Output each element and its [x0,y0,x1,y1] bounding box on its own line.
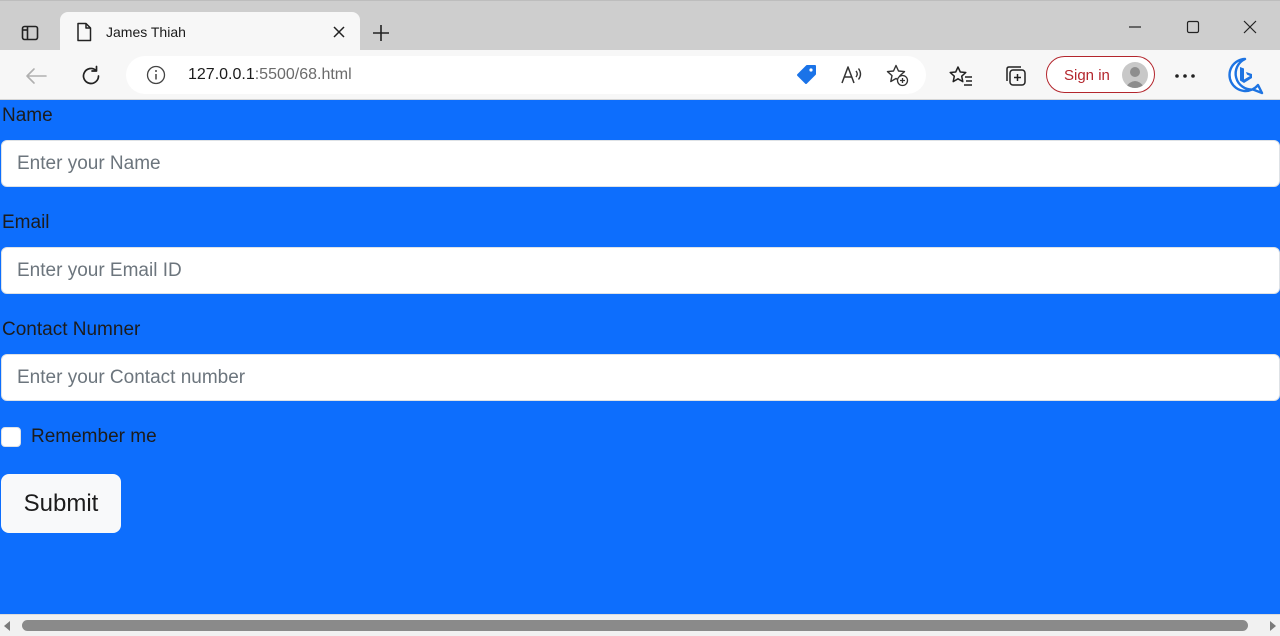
refresh-icon[interactable] [74,59,108,93]
url-path: :5500/68.html [254,66,352,83]
name-input[interactable] [1,140,1280,187]
bing-chat-icon[interactable] [1224,55,1266,97]
url-text: 127.0.0.1:5500/68.html [188,66,352,84]
contact-input[interactable] [1,354,1280,401]
tab-actions-icon[interactable] [12,15,48,51]
contact-label: Contact Numner [2,319,141,340]
browser-toolbar: 127.0.0.1:5500/68.html Sign in [0,50,1280,100]
close-icon[interactable] [330,23,348,41]
profile-avatar-icon [1122,62,1148,88]
form-page: Name Email Contact Numner Remember me Su… [0,100,1280,614]
maximize-icon[interactable] [1173,11,1213,43]
info-icon[interactable] [146,65,166,90]
scroll-right-icon[interactable] [1270,621,1276,631]
sign-in-label: Sign in [1064,67,1110,84]
collections-icon[interactable] [999,59,1033,93]
remember-me-label: Remember me [31,426,157,447]
remember-me-checkbox[interactable] [1,427,21,447]
scrollbar-thumb[interactable] [22,620,1248,631]
active-tab[interactable]: James Thiah [60,12,360,52]
sign-in-button[interactable]: Sign in [1046,56,1155,93]
horizontal-scrollbar[interactable] [0,614,1280,636]
favorites-icon[interactable] [944,59,978,93]
minimize-icon[interactable] [1115,11,1155,43]
back-icon[interactable] [19,59,53,93]
scroll-left-icon[interactable] [4,621,10,631]
tab-title: James Thiah [106,24,186,40]
read-aloud-icon[interactable] [839,62,865,88]
coupon-tag-icon[interactable] [794,62,820,88]
email-label: Email [2,212,50,233]
name-label: Name [2,105,53,126]
more-icon[interactable] [1168,59,1202,93]
document-icon [76,22,92,47]
remember-me-row: Remember me [1,426,157,447]
add-favorite-icon[interactable] [884,62,910,88]
tab-strip: James Thiah [0,0,1280,52]
email-input[interactable] [1,247,1280,294]
window-close-icon[interactable] [1230,11,1270,43]
address-bar[interactable]: 127.0.0.1:5500/68.html [126,56,926,94]
new-tab-icon[interactable] [366,18,396,48]
url-host: 127.0.0.1 [188,66,255,83]
submit-button[interactable]: Submit [1,474,121,533]
